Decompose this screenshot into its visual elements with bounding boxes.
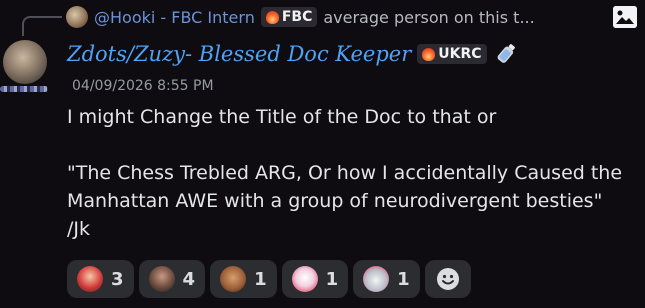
message-timestamp[interactable]: 04/09/2026 8:55 PM bbox=[72, 78, 214, 94]
reaction-button[interactable]: 1 bbox=[210, 260, 277, 298]
brown-face-emoji bbox=[220, 266, 247, 292]
face-emoji bbox=[148, 266, 175, 292]
reaction-button[interactable]: 1 bbox=[353, 260, 420, 298]
bottle-icon[interactable] bbox=[493, 41, 519, 67]
droplet-emoji bbox=[363, 266, 390, 292]
reply-preview[interactable]: @Hooki - FBC Intern FBC average person o… bbox=[66, 4, 641, 30]
reaction-button[interactable]: 4 bbox=[138, 260, 206, 298]
reaction-count: 1 bbox=[397, 268, 410, 290]
reply-connector bbox=[22, 16, 62, 36]
reaction-count: 1 bbox=[254, 268, 267, 290]
avatar-decoration bbox=[0, 86, 48, 92]
author-avatar[interactable] bbox=[3, 40, 47, 84]
reply-author[interactable]: @Hooki - FBC Intern bbox=[94, 8, 255, 27]
reply-tag-label: FBC bbox=[281, 9, 313, 25]
author-tag-label: UKRC bbox=[438, 46, 482, 62]
reply-author-tag[interactable]: FBC bbox=[260, 7, 318, 27]
red-avatar-emoji bbox=[77, 266, 103, 292]
image-icon bbox=[613, 6, 637, 28]
message-header: Zdots/Zuzy- Blessed Doc Keeper UKRC bbox=[67, 37, 519, 71]
reply-avatar[interactable] bbox=[66, 6, 88, 28]
add-reaction-button[interactable] bbox=[424, 260, 471, 298]
reaction-count: 3 bbox=[111, 268, 124, 290]
message-line: "The Chess Trebled ARG, Or how I acciden… bbox=[67, 162, 623, 240]
reply-text-preview[interactable]: average person on this t... bbox=[323, 8, 534, 27]
author-name[interactable]: Zdots/Zuzy- Blessed Doc Keeper bbox=[67, 42, 411, 66]
smile-icon bbox=[436, 267, 460, 291]
reaction-count: 1 bbox=[325, 268, 339, 290]
message-content: I might Change the Title of the Doc to t… bbox=[67, 103, 627, 243]
reaction-count: 4 bbox=[182, 268, 196, 290]
fire-tag-icon bbox=[422, 47, 436, 61]
reaction-button[interactable]: 3 bbox=[67, 260, 134, 298]
reaction-button[interactable]: 1 bbox=[281, 260, 349, 298]
cartoon-face-emoji bbox=[291, 266, 318, 292]
message-line: I might Change the Title of the Doc to t… bbox=[67, 106, 497, 128]
message-container: @Hooki - FBC Intern FBC average person o… bbox=[0, 0, 645, 308]
reactions-bar: 3 4 1 1 1 bbox=[67, 260, 471, 298]
author-tag[interactable]: UKRC bbox=[417, 44, 487, 64]
fire-tag-icon bbox=[265, 10, 279, 24]
